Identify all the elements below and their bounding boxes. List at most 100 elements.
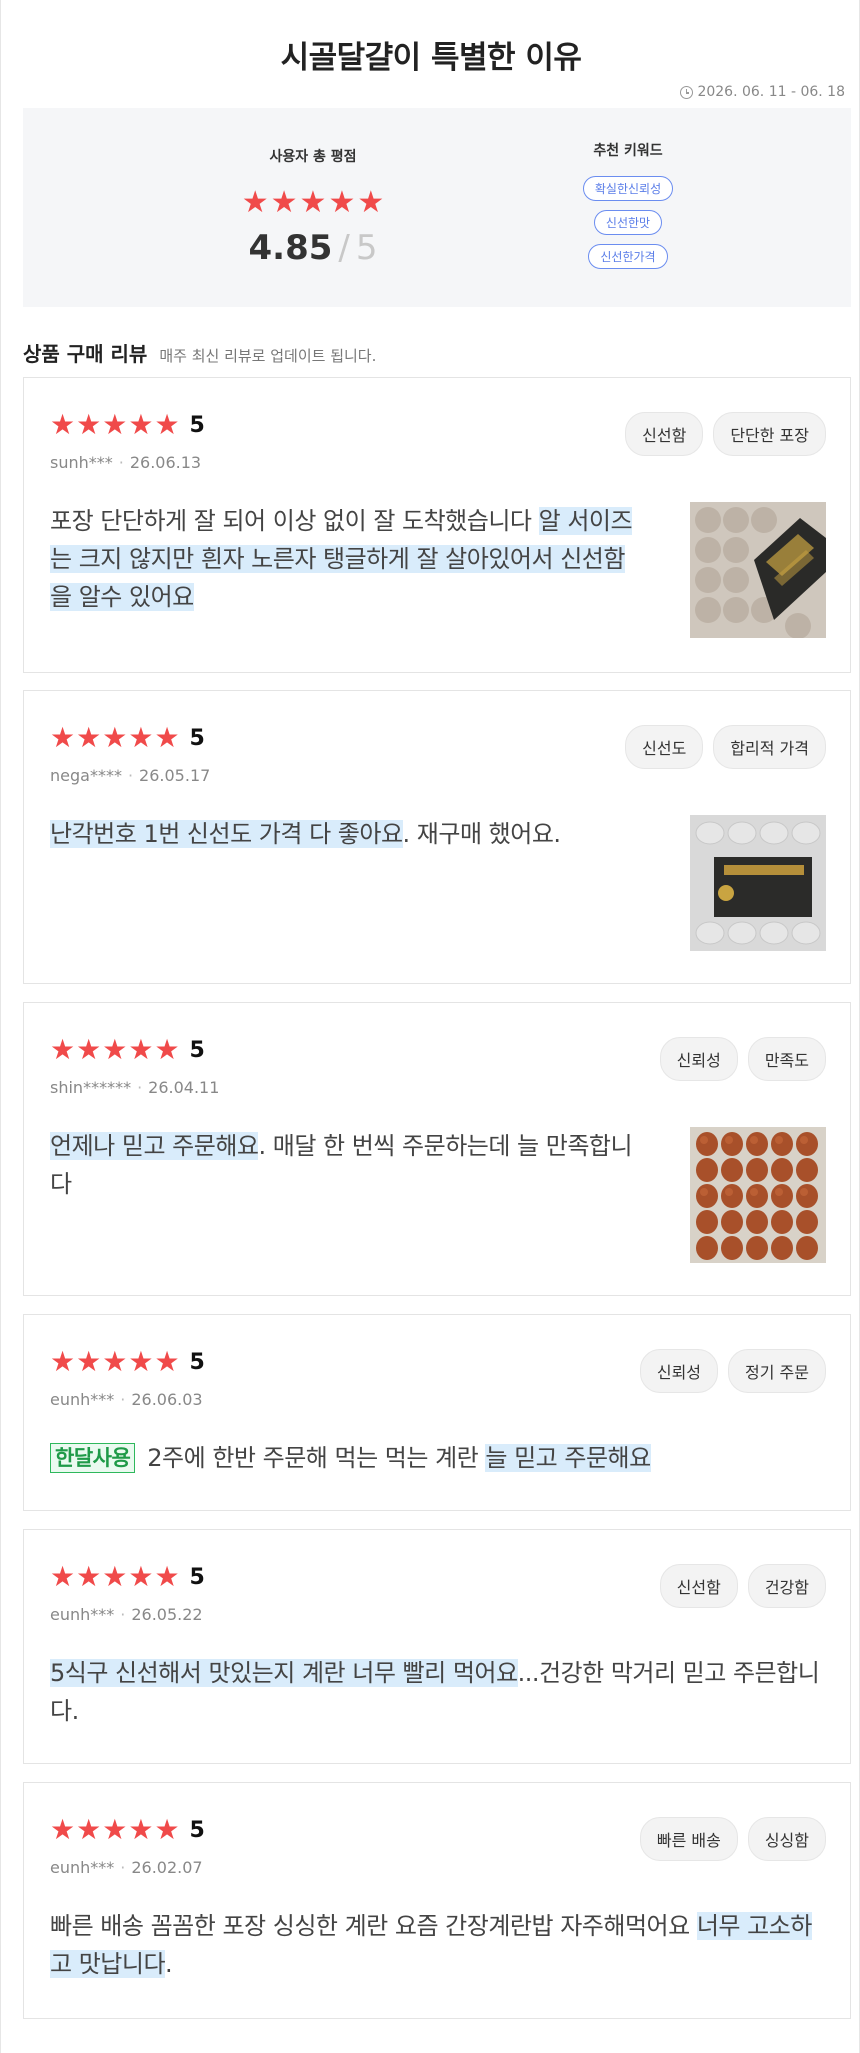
star-icon: ★ (50, 721, 76, 754)
review-text-highlight: 5식구 신선해서 맛있는지 계란 너무 빨리 먹어요 (50, 1659, 518, 1687)
review-meta: nega**** · 26.05.17 (50, 766, 210, 785)
review-stars: ★ ★ ★ ★ ★ 5 (50, 1348, 205, 1376)
review-meta: eunh*** · 26.06.03 (50, 1390, 203, 1409)
review-card: ★ ★ ★ ★ ★ 5 eunh*** · 26.02.07 빠른 배송 싱싱함 빠른 배송… (23, 1782, 851, 2019)
keyword-label: 추천 키워드 (593, 143, 663, 159)
star-icon: ★ (50, 408, 76, 441)
total-score: 4.85/5 (183, 228, 443, 268)
egg-box-photo-icon (690, 815, 826, 951)
star-icon: ★ (102, 1813, 128, 1846)
review-date: 26.05.17 (139, 766, 211, 785)
meta-separator: · (118, 453, 124, 472)
review-stars: ★ ★ ★ ★ ★ 5 (50, 1563, 205, 1591)
star-icon: ★ (128, 1560, 154, 1593)
star-icon: ★ (50, 1033, 76, 1066)
meta-separator: · (120, 1390, 126, 1409)
section-title: 상품 구매 리뷰 (23, 342, 148, 366)
star-icon: ★ (154, 1813, 180, 1846)
review-meta: eunh*** · 26.02.07 (50, 1858, 203, 1877)
star-icon: ★ (128, 1345, 154, 1378)
page-title: 시골달걀이 특별한 이유 (280, 40, 582, 76)
review-score: 5 (189, 412, 205, 438)
star-icon: ★ (154, 408, 180, 441)
star-icon: ★ (154, 1033, 180, 1066)
star-icon: ★ (102, 1560, 128, 1593)
review-page: 시골달걀이 특별한 이유 2026. 06. 11 - 06. 18 사용자 총… (0, 0, 860, 2053)
star-icon: ★ (299, 185, 327, 220)
meta-separator: · (120, 1858, 126, 1877)
review-tag: 단단한 포장 (713, 412, 826, 456)
review-user: eunh*** (50, 1858, 115, 1877)
review-user: eunh*** (50, 1390, 115, 1409)
keyword-chip[interactable]: 확실한신뢰성 (582, 176, 674, 201)
review-text-highlight: 언제나 믿고 주문해요 (50, 1132, 259, 1160)
review-score: 5 (189, 1817, 205, 1843)
star-icon: ★ (128, 408, 154, 441)
review-date: 26.05.22 (131, 1605, 203, 1624)
period-text: 2026. 06. 11 - 06. 18 (697, 84, 845, 100)
review-photo[interactable] (690, 1127, 826, 1263)
review-section-header: 상품 구매 리뷰 매주 최신 리뷰로 업데이트 됩니다. (23, 338, 376, 367)
star-icon: ★ (76, 721, 102, 754)
review-score: 5 (189, 1564, 205, 1590)
star-icon: ★ (241, 185, 269, 220)
star-icon: ★ (128, 1813, 154, 1846)
recommended-keywords: 추천 키워드 확실한신뢰성 신선한맛 신선한가격 (543, 140, 713, 269)
review-score: 5 (189, 725, 205, 751)
star-icon: ★ (76, 1813, 102, 1846)
keyword-list: 확실한신뢰성 신선한맛 신선한가격 (543, 176, 713, 269)
review-text: 빠른 배송 꼼꼼한 포장 싱싱한 계란 요즘 간장계란밥 자주해먹어요 너무 고… (50, 1907, 830, 1983)
review-card: ★ ★ ★ ★ ★ 5 shin****** · 26.04.11 신뢰성 만족도 언제나 … (23, 1002, 851, 1296)
review-meta: eunh*** · 26.05.22 (50, 1605, 203, 1624)
review-tag: 신선함 (625, 412, 704, 456)
review-tag: 만족도 (747, 1037, 826, 1081)
review-tag: 건강함 (747, 1564, 826, 1608)
star-icon: ★ (102, 408, 128, 441)
star-icon: ★ (128, 721, 154, 754)
review-stars: ★ ★ ★ ★ ★ 5 (50, 411, 205, 439)
star-icon: ★ (154, 1560, 180, 1593)
review-text: 난각번호 1번 신선도 가격 다 좋아요. 재구매 했어요. (50, 815, 650, 853)
star-icon: ★ (154, 721, 180, 754)
review-date: 26.04.11 (148, 1078, 220, 1097)
review-user: nega**** (50, 766, 122, 785)
star-icon: ★ (270, 185, 298, 220)
review-text-after: . (165, 1950, 173, 1978)
review-photo[interactable] (690, 502, 826, 638)
review-tag: 신선도 (625, 725, 704, 769)
review-tag: 싱싱함 (747, 1817, 826, 1861)
review-text: 5식구 신선해서 맛있는지 계란 너무 빨리 먹어요...건강한 막거리 믿고 … (50, 1654, 830, 1730)
review-text: 포장 단단하게 잘 되어 이상 없이 잘 도착했습니다 알 서이즈는 크지 않지… (50, 502, 646, 616)
review-tag: 빠른 배송 (639, 1817, 738, 1861)
section-subtitle: 매주 최신 리뷰로 업데이트 됩니다. (159, 347, 377, 365)
star-icon: ★ (328, 185, 356, 220)
review-user: eunh*** (50, 1605, 115, 1624)
review-text: 한달사용 2주에 한반 주문해 먹는 먹는 계란 늘 믿고 주문해요 (50, 1439, 830, 1477)
review-tag: 신뢰성 (639, 1349, 719, 1393)
review-score: 5 (189, 1037, 205, 1063)
review-date: 26.02.07 (131, 1858, 203, 1877)
rating-label: 사용자 총 평점 (269, 149, 357, 165)
keyword-chip[interactable]: 신선한가격 (588, 244, 668, 269)
star-icon: ★ (50, 1560, 76, 1593)
star-icon: ★ (357, 185, 385, 220)
review-text-plain: 빠른 배송 꼼꼼한 포장 싱싱한 계란 요즘 간장계란밥 자주해먹어요 (50, 1912, 697, 1940)
score-value: 4.85 (248, 228, 333, 268)
review-text-plain: 2주에 한반 주문해 먹는 먹는 계란 (147, 1444, 486, 1472)
star-icon: ★ (76, 1345, 102, 1378)
brown-eggs-photo-icon (690, 1127, 826, 1263)
star-icon: ★ (128, 1033, 154, 1066)
review-text-plain: 포장 단단하게 잘 되어 이상 없이 잘 도착했습니다 (50, 507, 539, 535)
review-text-highlight: 늘 믿고 주문해요 (485, 1444, 651, 1472)
review-card: ★ ★ ★ ★ ★ 5 nega**** · 26.05.17 신선도 합리적 가격 난각번… (23, 690, 851, 984)
usage-badge: 한달사용 (50, 1443, 136, 1473)
review-photo[interactable] (690, 815, 826, 951)
review-meta: sunh*** · 26.06.13 (50, 453, 201, 472)
keyword-chip[interactable]: 신선한맛 (593, 210, 663, 235)
meta-separator: · (120, 1605, 126, 1624)
total-rating: 사용자 총 평점 ★ ★ ★ ★ ★ 4.85/5 (183, 146, 443, 268)
review-card: ★ ★ ★ ★ ★ 5 eunh*** · 26.06.03 신뢰성 정기 주문 한달사용 2… (23, 1314, 851, 1511)
score-slash: / (338, 228, 350, 268)
review-tag: 합리적 가격 (713, 725, 826, 769)
review-text-highlight: 난각번호 1번 신선도 가격 다 좋아요 (50, 820, 403, 848)
